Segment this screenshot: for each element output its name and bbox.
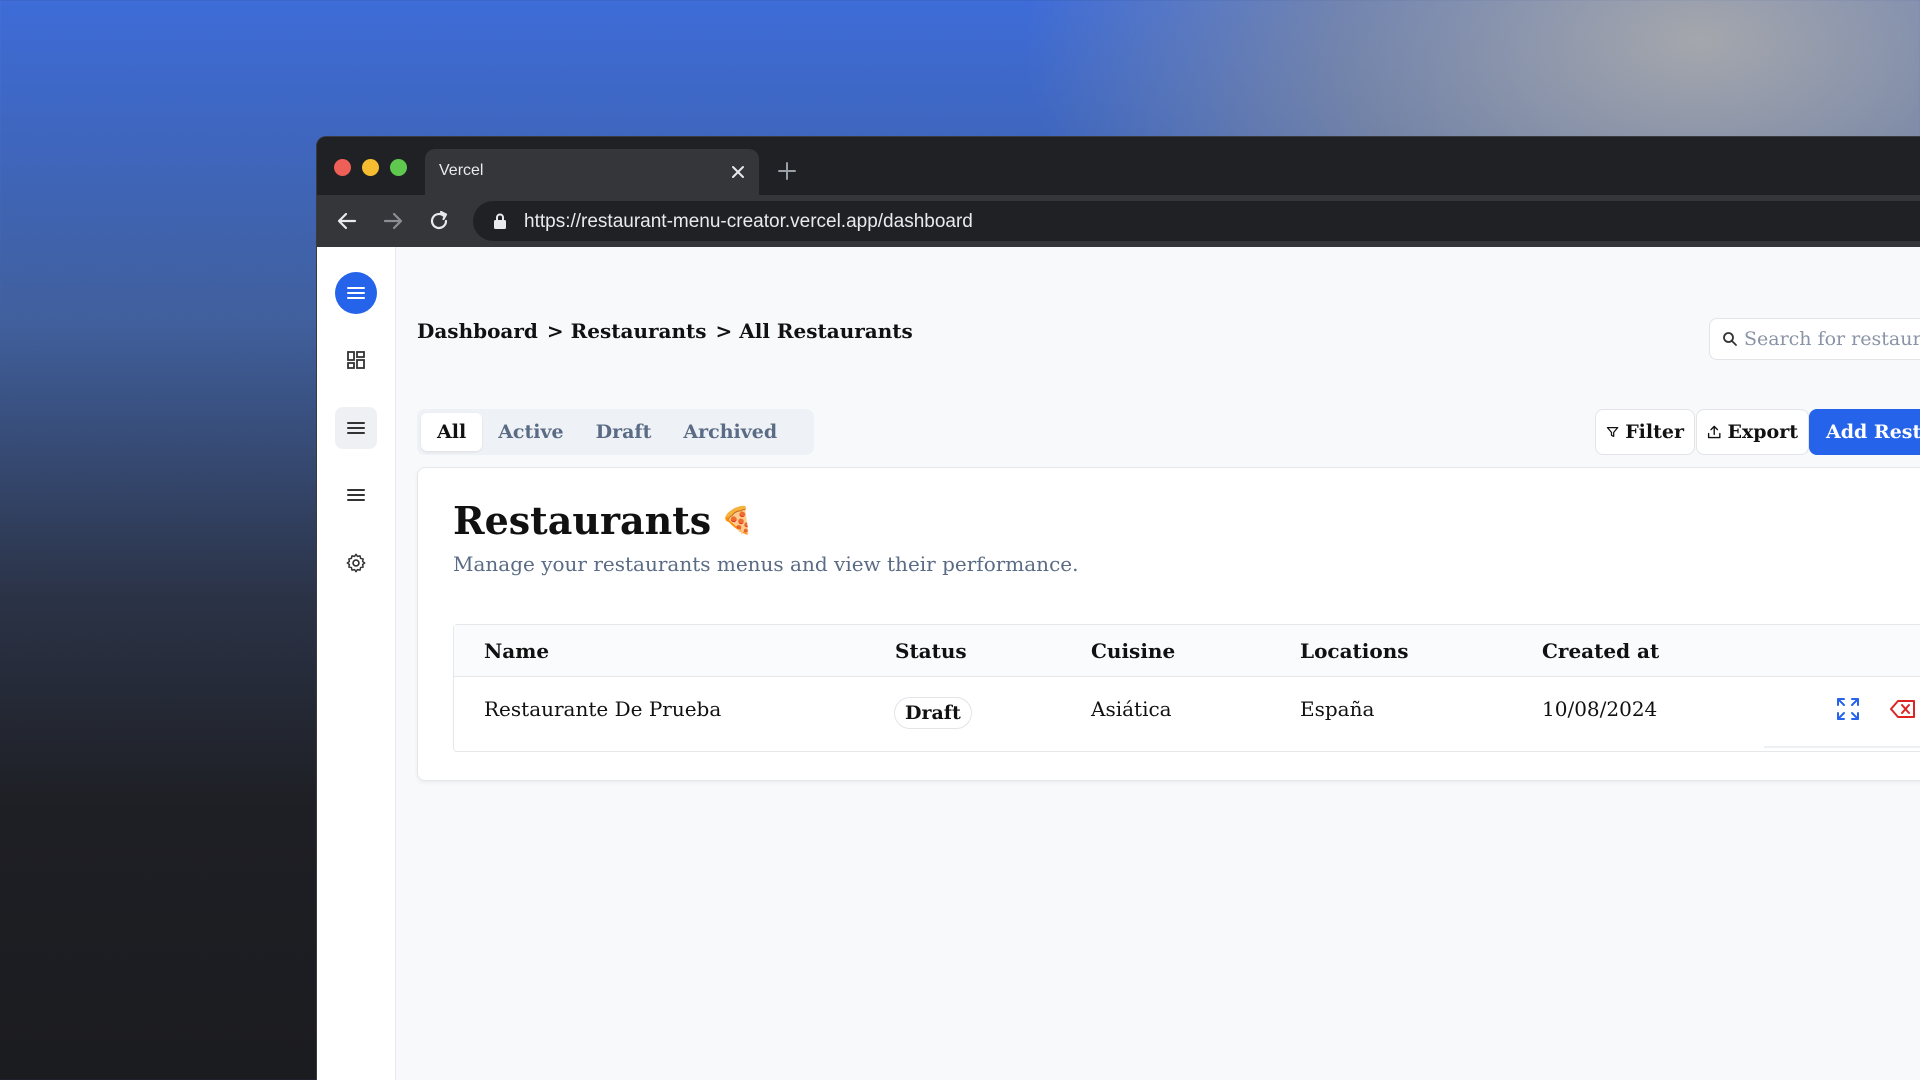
column-header-created-at[interactable]: Created at bbox=[1542, 639, 1659, 663]
main-content: Dashboard > Restaurants > All Restaurant… bbox=[397, 247, 1920, 1080]
breadcrumb: Dashboard > Restaurants > All Restaurant… bbox=[417, 319, 913, 343]
sidebar-item-menus[interactable] bbox=[335, 474, 377, 516]
page-subtitle: Manage your restaurants menus and view t… bbox=[453, 552, 1079, 576]
search-box bbox=[1709, 318, 1920, 360]
cell-name: Restaurante De Prueba bbox=[484, 697, 722, 721]
close-tab-icon[interactable] bbox=[729, 163, 747, 181]
tab-archived[interactable]: Archived bbox=[667, 413, 793, 451]
list-icon bbox=[347, 489, 365, 501]
restaurants-table: Name Status Cuisine Locations Created at… bbox=[453, 624, 1920, 752]
export-button[interactable]: Export bbox=[1696, 409, 1809, 455]
table-header: Name Status Cuisine Locations Created at bbox=[454, 625, 1920, 677]
sidebar-item-restaurants[interactable] bbox=[335, 407, 377, 449]
address-bar[interactable]: https://restaurant-menu-creator.vercel.a… bbox=[473, 201, 1920, 241]
tab-active[interactable]: Active bbox=[482, 413, 579, 451]
browser-window: Vercel https://restaurant-menu-creator.v… bbox=[316, 136, 1920, 1080]
browser-tab[interactable]: Vercel bbox=[425, 149, 759, 195]
status-badge: Draft bbox=[894, 697, 972, 729]
breadcrumb-dashboard[interactable]: Dashboard bbox=[417, 319, 538, 343]
pizza-emoji-icon: 🍕 bbox=[721, 505, 754, 536]
forward-arrow-icon[interactable] bbox=[381, 209, 405, 233]
sidebar-item-settings[interactable] bbox=[335, 542, 377, 584]
maximize-window-button[interactable] bbox=[390, 159, 407, 176]
column-header-name[interactable]: Name bbox=[484, 639, 549, 663]
list-icon bbox=[347, 422, 365, 434]
reload-icon[interactable] bbox=[427, 209, 451, 233]
cell-cuisine: Asiática bbox=[1091, 697, 1172, 721]
filter-label: Filter bbox=[1625, 421, 1684, 443]
breadcrumb-restaurants[interactable]: > Restaurants bbox=[547, 319, 707, 343]
column-header-locations[interactable]: Locations bbox=[1300, 639, 1409, 663]
minimize-window-button[interactable] bbox=[362, 159, 379, 176]
search-icon bbox=[1723, 332, 1737, 346]
page-viewport: Dashboard > Restaurants > All Restaurant… bbox=[317, 247, 1920, 1080]
dashboard-icon bbox=[347, 351, 365, 369]
restaurants-card: Restaurants 🍕 Manage your restaurants me… bbox=[417, 467, 1920, 781]
add-restaurant-button[interactable]: Add Restaurant bbox=[1809, 409, 1920, 455]
column-header-cuisine[interactable]: Cuisine bbox=[1091, 639, 1175, 663]
status-tabs: All Active Draft Archived bbox=[417, 409, 814, 455]
delete-icon[interactable] bbox=[1889, 695, 1917, 723]
lock-icon bbox=[494, 213, 506, 229]
filter-button[interactable]: Filter bbox=[1595, 409, 1695, 455]
menu-icon bbox=[347, 287, 365, 299]
sidebar bbox=[317, 247, 396, 1080]
add-restaurant-label: Add Restaurant bbox=[1826, 421, 1920, 443]
page-title: Restaurants 🍕 bbox=[453, 498, 754, 543]
back-arrow-icon[interactable] bbox=[335, 209, 359, 233]
column-header-status[interactable]: Status bbox=[895, 639, 967, 663]
cell-created-at: 10/08/2024 bbox=[1542, 697, 1658, 721]
search-input[interactable] bbox=[1744, 327, 1920, 351]
gear-icon bbox=[346, 553, 366, 573]
cell-locations: España bbox=[1300, 697, 1375, 721]
sidebar-toggle-button[interactable] bbox=[335, 272, 377, 314]
upload-icon bbox=[1707, 425, 1721, 439]
browser-titlebar: Vercel bbox=[317, 137, 1920, 195]
filter-icon bbox=[1606, 426, 1619, 438]
url-text: https://restaurant-menu-creator.vercel.a… bbox=[524, 211, 973, 232]
row-divider bbox=[1764, 746, 1920, 748]
tab-all[interactable]: All bbox=[421, 413, 483, 451]
expand-icon[interactable] bbox=[1834, 695, 1862, 723]
browser-toolbar: https://restaurant-menu-creator.vercel.a… bbox=[317, 195, 1920, 247]
sidebar-item-dashboard[interactable] bbox=[335, 339, 377, 381]
tab-draft[interactable]: Draft bbox=[580, 413, 668, 451]
new-tab-icon[interactable] bbox=[777, 161, 797, 181]
page-title-text: Restaurants bbox=[453, 498, 712, 543]
close-window-button[interactable] bbox=[334, 159, 351, 176]
tab-title: Vercel bbox=[439, 162, 484, 179]
breadcrumb-all-restaurants: > All Restaurants bbox=[715, 319, 913, 343]
export-label: Export bbox=[1727, 421, 1798, 443]
